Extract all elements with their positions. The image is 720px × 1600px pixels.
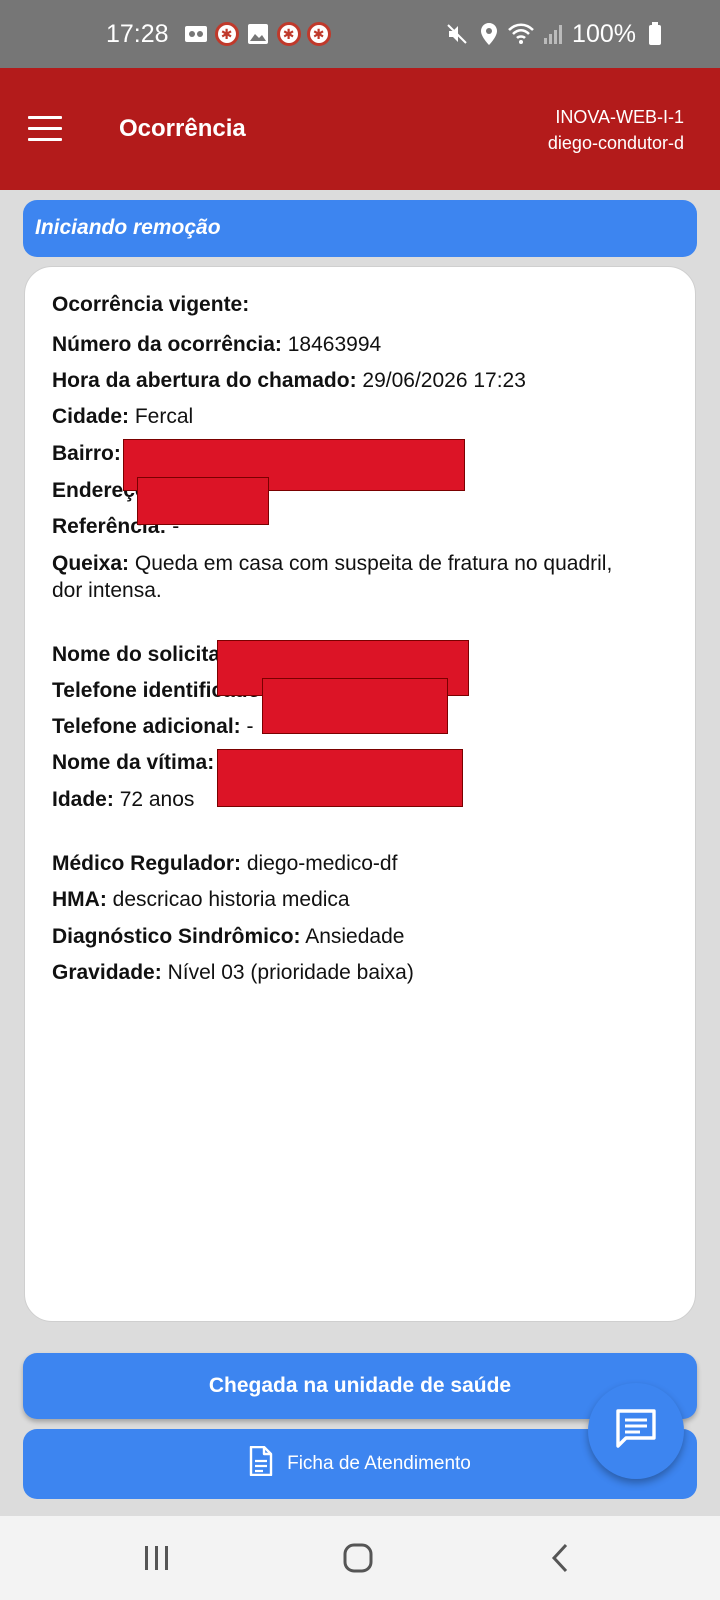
status-banner: Iniciando remoção [23,200,697,257]
service-form-label: Ficha de Atendimento [287,1453,471,1474]
home-button[interactable] [336,1536,380,1580]
location-icon [476,21,502,47]
field-city: Cidade: Fercal [52,405,194,428]
app-bar: Ocorrência INOVA-WEB-I-1 diego-condutor-… [0,68,720,190]
back-button[interactable] [538,1536,582,1580]
status-left: 17:28 ✱ ✱ ✱ [106,20,331,49]
user-info: INOVA-WEB-I-1 diego-condutor-d [548,104,684,156]
occurrence-card: Ocorrência vigente: Número da ocorrência… [24,266,696,1322]
system-nav-bar [0,1516,720,1600]
field-complaint: Queixa: Queda em casa com suspeita de fr… [52,552,613,575]
voicemail-icon [183,21,209,47]
redaction-identified-phone [262,678,448,734]
status-bar: 17:28 ✱ ✱ ✱ 100% [0,0,720,68]
user-name: diego-condutor-d [547,133,684,153]
redaction-victim-name [217,749,463,807]
recent-apps-button[interactable] [135,1536,179,1580]
page-title: Ocorrência [119,115,246,142]
field-additional-phone: Telefone adicional: - [52,715,254,738]
recent-apps-icon [145,1546,168,1570]
battery-icon [642,21,668,47]
field-call-time: Hora da abertura do chamado: 29/06/2026 … [52,369,526,392]
chat-icon [614,1408,658,1455]
status-right: 100% [444,20,668,49]
wifi-icon [508,21,534,47]
field-age: Idade: 72 anos [52,788,195,811]
field-hma: HMA: descricao historia medica [52,888,350,911]
field-neighborhood: Bairro: [52,442,121,465]
signal-icon [540,21,566,47]
redaction-address [137,477,269,525]
status-time: 17:28 [106,19,169,48]
gallery-icon [245,21,271,47]
document-icon [249,1445,273,1482]
hamburger-menu-icon[interactable] [28,116,62,142]
mute-icon [444,21,470,47]
samu-icon: ✱ [214,22,239,46]
field-requester-name: Nome do solicita [52,643,221,666]
home-icon [343,1543,373,1573]
battery-level: 100% [572,19,636,48]
card-heading: Ocorrência vigente: [52,293,250,316]
field-occurrence-number: Número da ocorrência: 18463994 [52,333,382,356]
back-icon [551,1543,568,1573]
field-victim-name: Nome da vítima: [52,751,215,774]
field-complaint-continued: dor intensa. [52,579,162,602]
samu-icon: ✱ [276,22,301,46]
field-syndromic-diagnosis: Diagnóstico Sindrômico: Ansiedade [52,925,405,948]
field-regulating-doctor: Médico Regulador: diego-medico-df [52,852,398,875]
field-severity: Gravidade: Nível 03 (prioridade baixa) [52,961,414,984]
samu-icon: ✱ [306,22,331,46]
chat-fab-button[interactable] [588,1383,684,1479]
unit-name: INOVA-WEB-I-1 [555,107,684,127]
